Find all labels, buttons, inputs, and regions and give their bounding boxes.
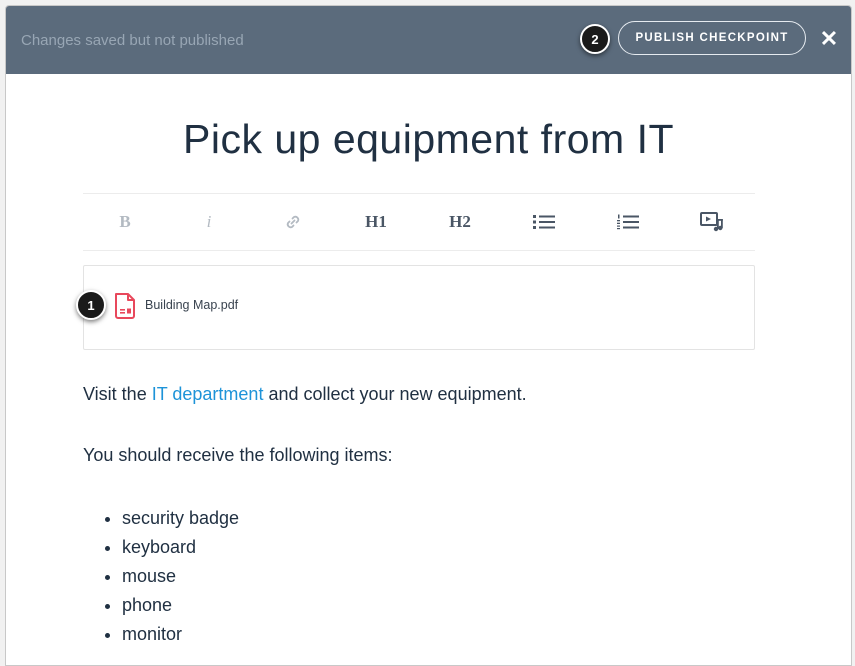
list-item: security badge xyxy=(122,504,239,533)
media-icon xyxy=(700,212,723,232)
bullet-list-icon xyxy=(533,215,555,229)
list-item: mouse xyxy=(122,562,239,591)
media-button[interactable] xyxy=(692,194,732,250)
heading-2-label: H2 xyxy=(449,212,471,231)
numbered-list-icon xyxy=(617,214,639,230)
bold-button[interactable]: B xyxy=(105,194,145,250)
list-item: phone xyxy=(122,591,239,620)
heading-1-button[interactable]: H1 xyxy=(356,194,396,250)
top-bar: Changes saved but not published PUBLISH … xyxy=(6,6,851,74)
bullet-list-button[interactable] xyxy=(524,194,564,250)
items-heading: You should receive the following items: xyxy=(83,445,393,465)
close-icon[interactable]: ✕ xyxy=(818,27,840,51)
pdf-file-icon[interactable] xyxy=(114,293,136,319)
formatting-toolbar: B i H1 H2 xyxy=(83,193,755,251)
attachment-block: Building Map.pdf xyxy=(83,265,755,350)
link-button[interactable] xyxy=(273,194,313,250)
intro-paragraph: Visit the IT department and collect your… xyxy=(83,384,527,405)
page-title[interactable]: Pick up equipment from IT xyxy=(6,116,851,163)
callout-badge-1: 1 xyxy=(76,290,106,320)
numbered-list-button[interactable] xyxy=(608,194,648,250)
italic-button[interactable]: i xyxy=(189,194,229,250)
editor-window: Changes saved but not published PUBLISH … xyxy=(5,5,852,666)
list-item: monitor xyxy=(122,620,239,649)
intro-text-after: and collect your new equipment. xyxy=(263,384,527,404)
attachment-file-name[interactable]: Building Map.pdf xyxy=(145,298,238,312)
publish-checkpoint-button[interactable]: PUBLISH CHECKPOINT xyxy=(618,21,806,55)
intro-text-before: Visit the xyxy=(83,384,152,404)
heading-1-label: H1 xyxy=(365,212,387,231)
save-status-text: Changes saved but not published xyxy=(21,32,244,49)
callout-badge-2: 2 xyxy=(580,24,610,54)
link-icon xyxy=(286,215,300,229)
equipment-list: security badge keyboard mouse phone moni… xyxy=(83,504,239,649)
it-department-link[interactable]: IT department xyxy=(152,384,264,404)
list-item: keyboard xyxy=(122,533,239,562)
heading-2-button[interactable]: H2 xyxy=(440,194,480,250)
